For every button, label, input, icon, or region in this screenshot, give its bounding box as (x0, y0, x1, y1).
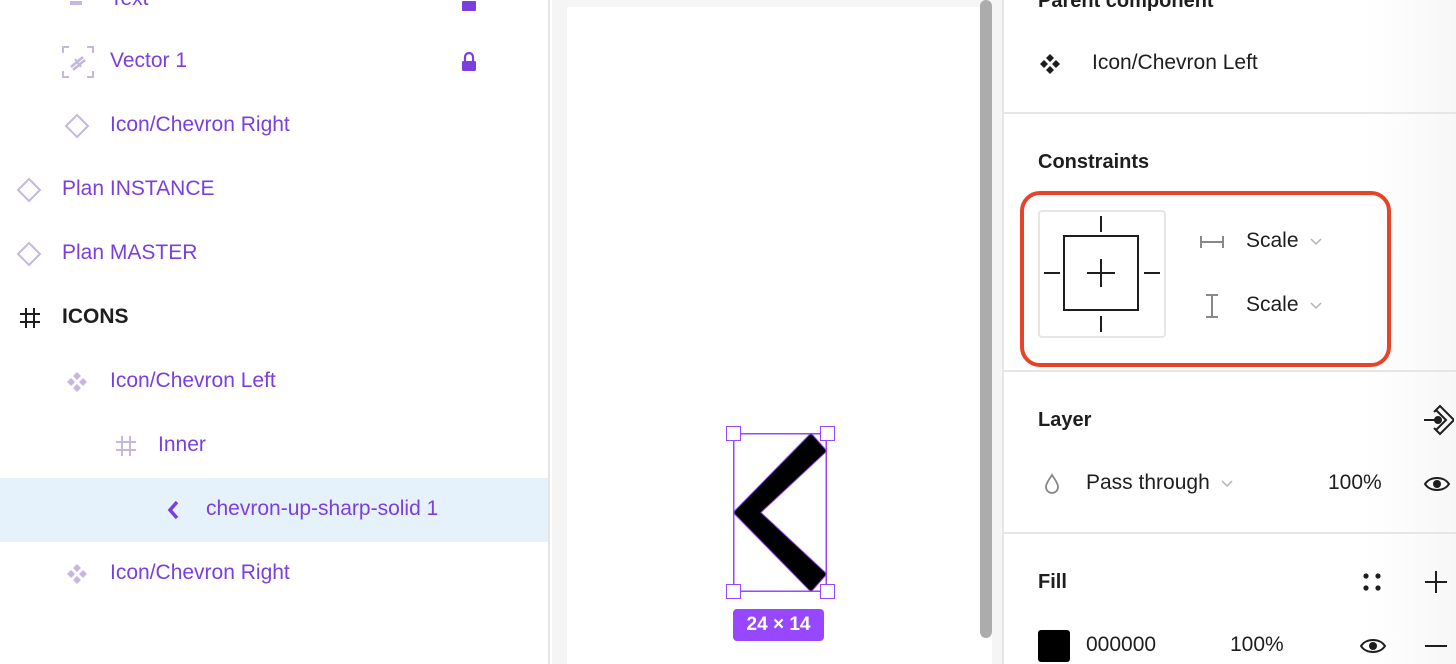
parent-component-title: Parent component (1038, 0, 1214, 12)
component-icon (1038, 52, 1062, 76)
layer-row-plan-master[interactable]: Plan MASTER (0, 222, 548, 286)
instance-icon (16, 241, 42, 267)
fill-hex-input[interactable]: 000000 (1086, 633, 1156, 657)
styles-grid-icon[interactable] (1360, 570, 1384, 594)
horizontal-constraint-value: Scale (1246, 229, 1299, 252)
eye-icon[interactable] (1422, 472, 1452, 496)
text-layer-icon (63, 0, 89, 13)
layer-label: Text (110, 0, 149, 11)
frame-icon (17, 305, 43, 331)
layer-row-icon-chevron-right[interactable]: Icon/Chevron Right (0, 94, 548, 158)
vertical-constraint-icon (1202, 294, 1222, 318)
constraint-widget[interactable] (1038, 210, 1166, 338)
fill-title: Fill (1038, 571, 1067, 593)
component-icon (64, 561, 90, 587)
properties-panel: Parent component Icon/Chevron Left Const… (1002, 0, 1456, 664)
canvas-scrollbar[interactable] (980, 0, 992, 638)
chevron-left-icon (161, 497, 187, 523)
blend-mode-drop-icon (1042, 472, 1062, 496)
layers-panel: Text Vector 1 (0, 0, 550, 664)
layer-row-text[interactable]: Text (0, 0, 548, 32)
layer-label: Plan INSTANCE (62, 177, 215, 200)
remove-fill-icon[interactable] (1422, 634, 1450, 658)
figma-editor: Text Vector 1 (0, 0, 1456, 664)
apply-variable-icon[interactable] (1422, 404, 1454, 436)
resize-handle-top-left[interactable] (726, 426, 741, 441)
eye-icon[interactable] (1358, 634, 1388, 658)
chevron-down-icon (1310, 238, 1322, 246)
layer-label: Plan MASTER (62, 241, 198, 264)
divider (1004, 370, 1456, 372)
vector-layer-icon (61, 45, 95, 79)
layer-opacity-input[interactable]: 100% (1328, 471, 1382, 495)
layer-label: chevron-up-sharp-solid 1 (206, 497, 439, 520)
layer-label: Icon/Chevron Left (110, 369, 276, 392)
fill-color-swatch[interactable] (1038, 630, 1070, 662)
lock-icon[interactable] (460, 51, 478, 73)
horizontal-constraint-dropdown[interactable]: Scale (1246, 229, 1323, 253)
layer-row-vector-1[interactable]: Vector 1 (0, 30, 548, 94)
layer-row-icon-chevron-left[interactable]: Icon/Chevron Left (0, 350, 548, 414)
layer-label: Inner (158, 433, 206, 456)
resize-handle-top-right[interactable] (820, 426, 835, 441)
constraint-center-plus (1087, 259, 1115, 287)
vertical-constraint-value: Scale (1246, 293, 1299, 316)
layer-row-chevron-up-sharp-solid-1[interactable]: chevron-up-sharp-solid 1 (0, 478, 548, 542)
fill-opacity-input[interactable]: 100% (1230, 633, 1284, 657)
canvas[interactable]: 24 × 14 (552, 0, 1002, 664)
constraints-title: Constraints (1038, 151, 1150, 173)
parent-component-link[interactable]: Icon/Chevron Left (1092, 51, 1258, 75)
layer-row-icon-chevron-right-component[interactable]: Icon/Chevron Right (0, 542, 548, 606)
instance-icon (64, 113, 90, 139)
layer-title: Layer (1038, 409, 1092, 431)
layer-row-icons-frame[interactable]: ICONS (0, 286, 548, 350)
layer-label: Icon/Chevron Right (110, 561, 290, 584)
component-icon (64, 369, 90, 395)
horizontal-constraint-icon (1200, 232, 1224, 252)
chevron-down-icon (1221, 480, 1233, 488)
layer-row-inner[interactable]: Inner (0, 414, 548, 478)
blend-mode-dropdown[interactable]: Pass through (1086, 471, 1234, 495)
divider (1004, 112, 1456, 114)
frame-icon (113, 433, 139, 459)
vertical-constraint-dropdown[interactable]: Scale (1246, 293, 1323, 317)
layer-row-plan-instance[interactable]: Plan INSTANCE (0, 158, 548, 222)
selected-vector-chevron[interactable] (726, 426, 835, 599)
add-fill-icon[interactable] (1422, 568, 1450, 596)
layer-label: Icon/Chevron Right (110, 113, 290, 136)
layer-label: ICONS (62, 305, 129, 328)
instance-icon (16, 177, 42, 203)
blend-mode-value: Pass through (1086, 471, 1210, 494)
chevron-down-icon (1310, 302, 1322, 310)
resize-handle-bottom-left[interactable] (726, 584, 741, 599)
resize-handle-bottom-right[interactable] (820, 584, 835, 599)
dimensions-badge: 24 × 14 (733, 609, 824, 641)
divider (1004, 532, 1456, 534)
layer-label: Vector 1 (110, 49, 188, 72)
lock-icon[interactable] (460, 0, 478, 11)
